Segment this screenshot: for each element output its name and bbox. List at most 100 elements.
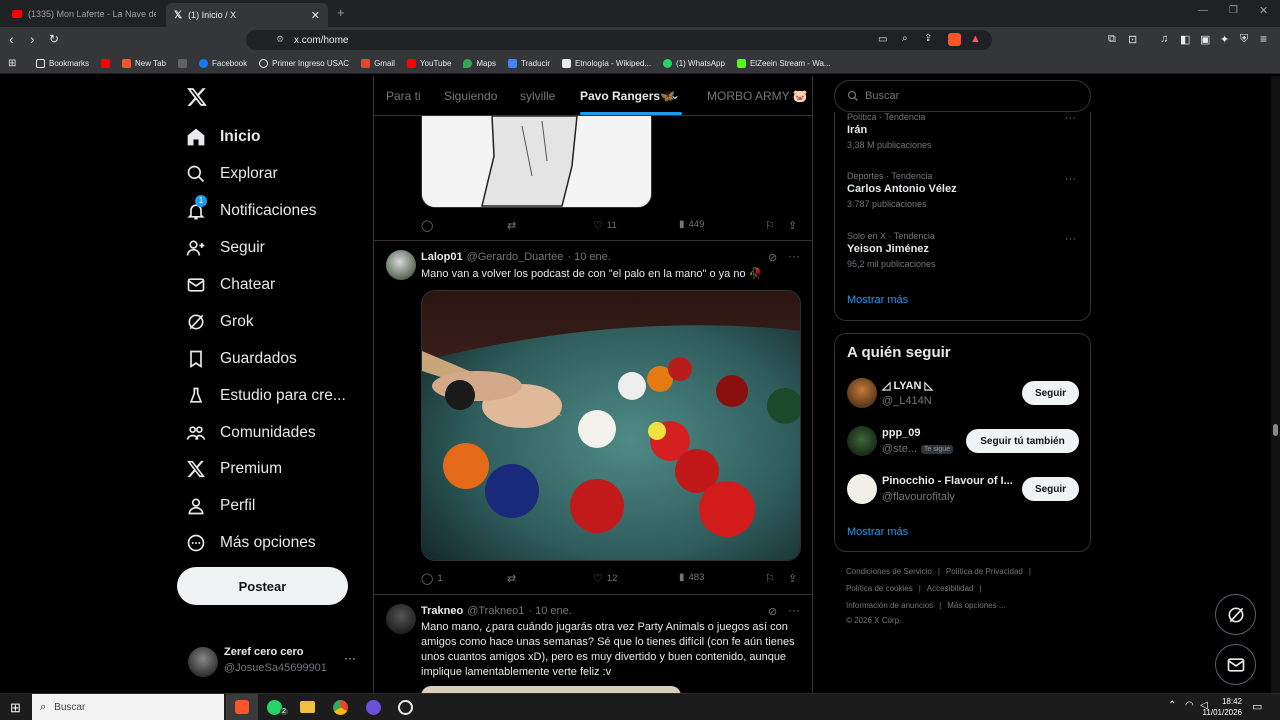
tab-morbo-army[interactable]: MORBO ARMY 🐷: [707, 89, 808, 103]
post-date[interactable]: · 10 ene.: [567, 251, 610, 263]
x-logo[interactable]: [186, 86, 208, 108]
tab-sylville[interactable]: sylville: [520, 89, 555, 103]
bookmark-maps[interactable]: Maps: [463, 58, 496, 68]
tab-para-ti[interactable]: Para ti: [386, 89, 421, 103]
share-icon[interactable]: ⇪: [924, 33, 932, 44]
wallet-icon[interactable]: ▣: [1200, 33, 1210, 46]
suggestion-name[interactable]: ppp_09: [882, 427, 921, 439]
show-more-follow-link[interactable]: Mostrar más: [847, 526, 908, 538]
bookmark-whatsapp[interactable]: (1) WhatsApp: [663, 58, 725, 68]
author-handle[interactable]: @Trakneo1: [467, 605, 524, 617]
post-avatar[interactable]: [386, 604, 416, 634]
more-icon[interactable]: ···: [788, 249, 800, 263]
nav-estudio[interactable]: Estudio para cre...: [186, 384, 346, 408]
bookmark-wikipedia[interactable]: Etnología - Wikiped...: [562, 58, 651, 68]
nav-perfil[interactable]: Perfil: [186, 494, 255, 518]
media-icon[interactable]: ♫: [1160, 33, 1168, 45]
close-window-icon[interactable]: ✕: [1259, 4, 1268, 17]
chrome-icon[interactable]: [333, 700, 348, 715]
network-icon[interactable]: ◠: [1185, 700, 1194, 711]
chevron-down-icon[interactable]: ⌄: [670, 88, 680, 102]
screenshot-icon[interactable]: ⊡: [1128, 33, 1137, 46]
nav-inicio[interactable]: Inicio: [186, 125, 260, 149]
account-more-icon[interactable]: ···: [344, 651, 356, 665]
bookmark-blank[interactable]: [178, 58, 187, 68]
menu-icon[interactable]: ≡: [1260, 32, 1267, 46]
share-icon[interactable]: ⇪: [788, 572, 797, 585]
tab-youtube[interactable]: (1335) Mon Laferte - La Nave del Olvido: [4, 3, 164, 25]
previous-post-image[interactable]: [421, 116, 652, 208]
trend-item[interactable]: Deportes · Tendencia Carlos Antonio Véle…: [847, 171, 957, 209]
nav-premium[interactable]: Premium: [186, 457, 282, 481]
bookmark-newtab[interactable]: New Tab: [122, 58, 166, 68]
apps-grid-icon[interactable]: ⊞: [8, 58, 16, 69]
nav-mas-opciones[interactable]: Más opciones: [186, 531, 316, 555]
file-explorer-icon[interactable]: [300, 701, 315, 713]
post-image-billiards[interactable]: [421, 290, 801, 561]
app-icon[interactable]: [366, 700, 381, 715]
author-name[interactable]: Trakneo: [421, 605, 463, 617]
brave-rewards-icon[interactable]: ▲: [970, 33, 981, 45]
trend-more-icon[interactable]: ···: [1065, 173, 1076, 185]
footer-link[interactable]: Información de anuncios: [846, 601, 933, 610]
footer-link[interactable]: Condiciones de Servicio: [846, 567, 932, 576]
messages-float-button[interactable]: [1215, 644, 1256, 685]
forward-icon[interactable]: ›: [30, 31, 35, 47]
post-date[interactable]: · 10 ene.: [528, 605, 571, 617]
suggestion-avatar[interactable]: [847, 378, 877, 408]
restore-icon[interactable]: ❐: [1229, 5, 1238, 16]
follow-button[interactable]: Seguir: [1022, 381, 1079, 405]
taskbar-clock[interactable]: 18:42 11/01/2026: [1200, 696, 1242, 718]
minimize-icon[interactable]: —: [1198, 5, 1208, 16]
tray-chevron-icon[interactable]: ⌃: [1168, 700, 1176, 711]
trend-more-icon[interactable]: ···: [1065, 233, 1076, 245]
post1-views[interactable]: ▮ 483: [679, 572, 704, 583]
post1-repost[interactable]: ⇄: [507, 572, 516, 585]
back-icon[interactable]: ‹: [9, 31, 14, 47]
post2-media-preview[interactable]: [421, 686, 681, 693]
cast-icon[interactable]: ▭: [878, 34, 887, 45]
post-button[interactable]: Postear: [177, 567, 348, 605]
author-name[interactable]: Lalop01: [421, 251, 463, 263]
share-icon[interactable]: ⇪: [788, 219, 797, 232]
bookmark-icon[interactable]: ⚐: [765, 572, 775, 585]
bookmark-folder[interactable]: Bookmarks: [36, 58, 89, 68]
bookmark-icon[interactable]: ⚐: [765, 219, 775, 232]
prev-repost[interactable]: ⇄: [507, 219, 516, 232]
close-tab-icon[interactable]: ✕: [311, 9, 320, 22]
prev-reply[interactable]: ◯: [421, 219, 433, 232]
trend-item[interactable]: Solo en X · Tendencia Yeison Jiménez 95,…: [847, 231, 936, 269]
bookmark-usac[interactable]: Primer Ingreso USAC: [259, 58, 349, 68]
scrollbar-thumb[interactable]: [1273, 424, 1278, 436]
nav-explorar[interactable]: Explorar: [186, 162, 278, 186]
page-scrollbar[interactable]: [1271, 76, 1280, 693]
zoom-icon[interactable]: ⌕: [902, 33, 908, 44]
follow-back-button[interactable]: Seguir tú también: [966, 429, 1079, 453]
bookmark-youtube[interactable]: YouTube: [406, 58, 451, 68]
nav-grok[interactable]: Grok: [186, 310, 254, 334]
reload-icon[interactable]: ↻: [49, 32, 59, 46]
trend-item[interactable]: Política · Tendencia Irán 3,38 M publica…: [847, 112, 932, 150]
sidebar-icon[interactable]: ◧: [1180, 33, 1190, 46]
footer-link[interactable]: Política de cookies: [846, 584, 913, 593]
trend-more-icon[interactable]: ···: [1065, 112, 1076, 124]
nav-notificaciones[interactable]: 1 Notificaciones: [186, 195, 317, 223]
footer-link[interactable]: Política de Privacidad: [946, 567, 1023, 576]
leo-ai-icon[interactable]: ✦: [1220, 33, 1229, 46]
bookmark-kick[interactable]: ElZeein Stream - Wa...: [736, 58, 831, 68]
author-handle[interactable]: @Gerardo_Duartee: [467, 251, 564, 263]
grok-icon[interactable]: ⊘: [768, 251, 777, 264]
account-switcher[interactable]: Zeref cero cero @JosueSa45699901 ···: [186, 645, 362, 679]
post-avatar[interactable]: [386, 250, 416, 280]
suggestion-name[interactable]: Pinocchio - Flavour of I...: [882, 475, 1013, 487]
suggestion-avatar[interactable]: [847, 426, 877, 456]
show-more-trends-link[interactable]: Mostrar más: [847, 294, 908, 306]
tab-x-home[interactable]: 𝕏 (1) Inicio / X ✕: [166, 3, 328, 27]
footer-link[interactable]: Accesibilidad: [927, 584, 974, 593]
tab-pavo-rangers[interactable]: Pavo Rangers🦋: [580, 89, 675, 103]
post1-like[interactable]: ♡ 12: [593, 572, 617, 585]
brave-taskbar-icon[interactable]: [235, 700, 249, 714]
site-info-icon[interactable]: ⚙: [276, 34, 284, 45]
search-input[interactable]: Buscar: [834, 80, 1091, 112]
brave-shield-icon[interactable]: [948, 33, 961, 46]
